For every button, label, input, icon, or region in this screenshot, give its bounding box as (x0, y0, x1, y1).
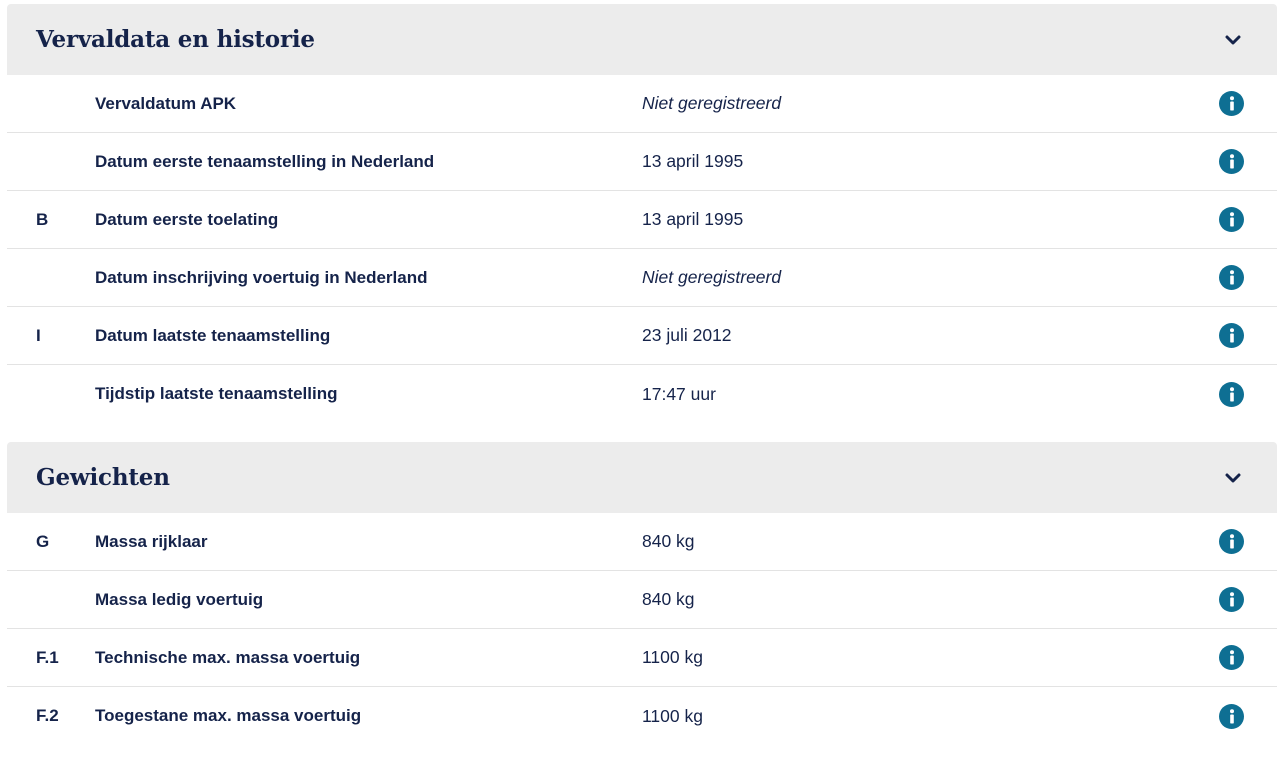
row-label: Tijdstip laatste tenaamstelling (95, 384, 338, 403)
row-value: 17:47 uur (642, 383, 716, 404)
section-header[interactable]: Vervaldata en historie (7, 4, 1277, 75)
row-label: Massa rijklaar (95, 531, 208, 551)
row-value: 840 kg (642, 531, 695, 551)
row-label: Datum laatste tenaamstelling (95, 325, 331, 345)
row-value: 13 april 1995 (642, 151, 744, 171)
detail-row: F.2 Toegestane max. massa voertuig 1100 … (7, 687, 1277, 745)
row-value: 23 juli 2012 (642, 325, 732, 345)
row-code: F.2 (36, 706, 59, 725)
row-label: Toegestane max. massa voertuig (95, 706, 362, 725)
vehicle-details-page: Vervaldata en historie Vervaldatum APK N… (0, 0, 1280, 760)
row-value: 1100 kg (642, 705, 703, 726)
detail-row: Datum eerste tenaamstelling in Nederland… (7, 133, 1277, 191)
detail-row: Vervaldatum APK Niet geregistreerd (7, 75, 1277, 133)
section-title: Gewichten (36, 464, 170, 491)
chevron-down-icon[interactable] (1223, 30, 1243, 50)
row-label: Datum eerste tenaamstelling in Nederland (95, 151, 435, 171)
detail-row: F.1 Technische max. massa voertuig 1100 … (7, 629, 1277, 687)
row-value: 13 april 1995 (642, 209, 744, 229)
row-value: Niet geregistreerd (642, 267, 782, 287)
row-label: Vervaldatum APK (95, 93, 237, 113)
detail-row: Massa ledig voertuig 840 kg (7, 571, 1277, 629)
detail-row: Tijdstip laatste tenaamstelling 17:47 uu… (7, 365, 1277, 423)
row-code: B (36, 209, 49, 229)
info-icon[interactable] (1219, 323, 1244, 348)
row-code: F.1 (36, 647, 59, 667)
row-code: I (36, 325, 41, 345)
row-label: Datum eerste toelating (95, 209, 279, 229)
detail-row: Datum inschrijving voertuig in Nederland… (7, 249, 1277, 307)
detail-row: I Datum laatste tenaamstelling 23 juli 2… (7, 307, 1277, 365)
info-icon[interactable] (1219, 587, 1244, 612)
info-icon[interactable] (1219, 149, 1244, 174)
info-icon[interactable] (1219, 265, 1244, 290)
section-title: Vervaldata en historie (36, 26, 315, 53)
row-value: 840 kg (642, 589, 695, 609)
row-value: Niet geregistreerd (642, 93, 782, 113)
section-vervaldata-en-historie: Vervaldata en historie Vervaldatum APK N… (7, 4, 1277, 423)
info-icon[interactable] (1219, 703, 1244, 729)
row-label: Technische max. massa voertuig (95, 647, 361, 667)
section-header[interactable]: Gewichten (7, 442, 1277, 513)
info-icon[interactable] (1219, 91, 1244, 116)
info-icon[interactable] (1219, 207, 1244, 232)
detail-row: B Datum eerste toelating 13 april 1995 (7, 191, 1277, 249)
chevron-down-icon[interactable] (1223, 468, 1243, 488)
info-icon[interactable] (1219, 645, 1244, 670)
info-icon[interactable] (1219, 381, 1244, 407)
row-label: Massa ledig voertuig (95, 589, 264, 609)
section-gewichten: Gewichten G Massa rijklaar 840 kg Massa … (7, 442, 1277, 745)
row-label: Datum inschrijving voertuig in Nederland (95, 267, 428, 287)
info-icon[interactable] (1219, 529, 1244, 554)
row-value: 1100 kg (642, 647, 703, 667)
row-code: G (36, 531, 50, 551)
detail-row: G Massa rijklaar 840 kg (7, 513, 1277, 571)
